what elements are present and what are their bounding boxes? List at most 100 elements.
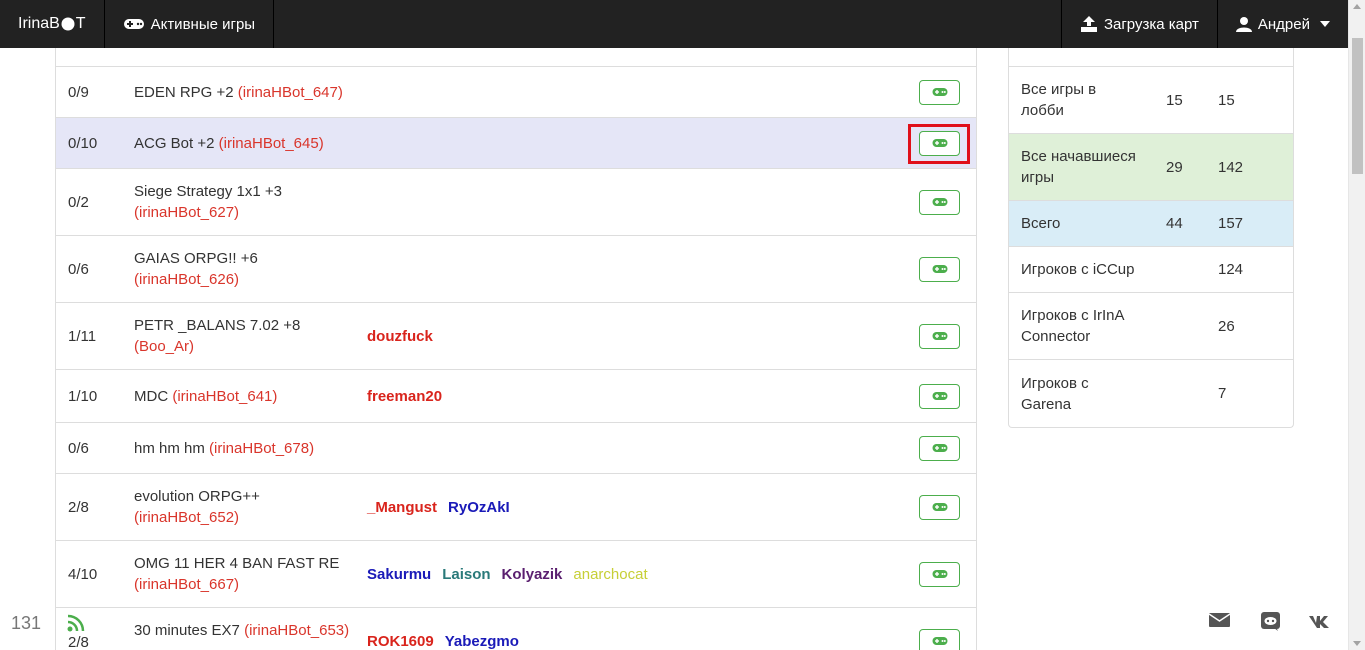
games-table: 0/9 EDEN RPG +2 (irinaHBot_647) 0/10 ACG Bo… [55, 48, 977, 650]
join-game-button[interactable] [919, 256, 960, 282]
join-game-button[interactable] [919, 561, 960, 587]
game-slots: 0/6 [68, 439, 89, 457]
stat-label: Игроков с iCCup [1021, 261, 1135, 278]
discord-icon[interactable] [1261, 612, 1280, 631]
player-name[interactable]: Laison [442, 566, 490, 583]
join-game-button[interactable] [919, 435, 960, 461]
game-title: 30 minutes EX7 [134, 622, 240, 639]
gamepad-icon [932, 265, 947, 273]
user-icon [1235, 17, 1252, 32]
stat-label: Всего [1021, 215, 1061, 232]
online-count: 131 [11, 613, 42, 633]
player-name[interactable]: Kolyazik [502, 566, 563, 583]
game-players: douzfuck [367, 328, 433, 345]
join-game-button[interactable] [919, 323, 960, 349]
game-host: (irinaHBot_641) [172, 387, 278, 405]
envelope-icon[interactable] [1209, 612, 1230, 628]
gamepad-icon [932, 392, 947, 400]
player-name[interactable]: _Mangust [367, 499, 437, 516]
game-name: 30 minutes EX7 (irinaHBot_653) [134, 620, 359, 641]
brand-logo[interactable]: IrinaB T [0, 0, 105, 48]
game-slots: 0/9 [68, 83, 89, 101]
player-name[interactable]: freeman20 [367, 388, 442, 405]
player-name[interactable]: anarchocat [573, 566, 647, 583]
game-name: PETR _BALANS 7.02 +8 (Boo_Ar) [134, 315, 359, 357]
stat-label: Игроков с IrInA Connector [1021, 307, 1124, 345]
game-name: GAIAS ORPG!! +6 (irinaHBot_626) [134, 248, 359, 290]
game-title: hm hm hm [134, 439, 205, 457]
game-slots: 0/10 [68, 134, 98, 152]
player-name[interactable]: douzfuck [367, 328, 433, 345]
stat-row: Все начавшиеся игры 29 142 [1009, 134, 1293, 201]
game-title: GAIAS ORPG!! +6 [134, 250, 258, 267]
stat-value-players: 15 [1218, 91, 1235, 109]
navbar: IrinaB T Активные игры Загрузка карт Анд… [0, 0, 1348, 48]
join-game-button[interactable] [919, 383, 960, 409]
game-host: (Boo_Ar) [134, 338, 195, 355]
join-game-button[interactable] [919, 79, 960, 105]
game-name: Siege Strategy 1x1 +3 (irinaHBot_627) [134, 181, 359, 223]
game-slots: 2/8 [68, 634, 89, 650]
player-name[interactable]: ROK1609 [367, 633, 434, 650]
gamepad-icon [123, 19, 144, 29]
game-host: (irinaHBot_647) [237, 83, 343, 101]
game-title: OMG 11 HER 4 BAN FAST RE [134, 555, 340, 572]
gamepad-icon [932, 88, 947, 96]
stats-table-body: Все игры в лобби 15 15 Все начавшиеся игры 2… [1009, 67, 1293, 427]
stat-label: Игроков с Garena [1021, 374, 1089, 413]
stat-value-games: 44 [1166, 215, 1183, 232]
join-game-button[interactable] [919, 189, 960, 215]
player-name[interactable]: Yabezgmo [445, 633, 519, 650]
game-title: evolution ORPG++ [134, 488, 260, 505]
gamepad-icon [932, 444, 947, 452]
gamepad-icon [932, 198, 947, 206]
game-slots: 0/6 [68, 260, 89, 278]
stat-row: Игроков с IrInA Connector 26 [1009, 293, 1293, 360]
game-players: Sakurmu Laison Kolyazik anarchocat [367, 566, 648, 583]
stats-table: Все игры в лобби 15 15 Все начавшиеся игры 2… [1008, 48, 1294, 428]
caret-down-icon [1320, 21, 1330, 27]
stats-table-header [1009, 48, 1293, 67]
game-slots: 1/10 [68, 387, 98, 405]
player-name[interactable]: Sakurmu [367, 566, 431, 583]
nav-upload-maps[interactable]: Загрузка карт [1060, 0, 1217, 48]
games-table-body: 0/9 EDEN RPG +2 (irinaHBot_647) 0/10 ACG Bo… [56, 67, 976, 650]
game-host: (irinaHBot_678) [209, 439, 315, 457]
game-name: OMG 11 HER 4 BAN FAST RE (irinaHBot_667) [134, 553, 359, 595]
join-game-button[interactable] [919, 628, 960, 650]
gamepad-icon [932, 503, 947, 511]
brand-o-icon [61, 17, 75, 31]
stat-value-games: 29 [1166, 158, 1183, 176]
gamepad-icon [932, 637, 947, 645]
stat-value-players: 7 [1218, 385, 1227, 402]
game-row: 4/10 OMG 11 HER 4 BAN FAST RE (irinaHBot_… [56, 541, 976, 608]
page-scrollbar[interactable] [1348, 0, 1365, 650]
rss-icon [67, 614, 85, 636]
game-name: MDC (irinaHBot_641) [134, 386, 359, 407]
stat-value-players: 124 [1218, 261, 1244, 278]
game-title: ACG Bot +2 [134, 134, 215, 152]
scrollbar-thumb[interactable] [1352, 38, 1363, 174]
nav-active-games[interactable]: Активные игры [105, 0, 275, 48]
player-name[interactable]: RyOzAkI [448, 499, 510, 516]
brand-text: IrinaB [18, 15, 60, 32]
stat-value-players: 26 [1218, 317, 1235, 335]
vk-icon[interactable] [1308, 615, 1332, 629]
game-row: 0/6 GAIAS ORPG!! +6 (irinaHBot_626) [56, 236, 976, 303]
nav-user-menu[interactable]: Андрей [1216, 0, 1348, 48]
game-players: freeman20 [367, 388, 442, 405]
stat-row: Игроков с Garena 7 [1009, 360, 1293, 427]
brand-text-suffix: T [75, 15, 86, 32]
game-row: 1/11 PETR _BALANS 7.02 +8 (Boo_Ar) douzfuc… [56, 303, 976, 370]
game-title: EDEN RPG +2 [134, 83, 234, 101]
join-game-button[interactable] [919, 494, 960, 520]
scroll-down-arrow-icon[interactable] [1353, 641, 1361, 646]
game-host: (irinaHBot_653) [244, 622, 350, 639]
game-name: ACG Bot +2 (irinaHBot_645) [134, 133, 359, 154]
stat-label: Все начавшиеся игры [1021, 148, 1136, 186]
nav-upload-maps-label: Загрузка карт [1103, 15, 1199, 33]
scroll-up-arrow-icon[interactable] [1353, 4, 1361, 9]
game-slots: 1/11 [68, 327, 97, 345]
nav-active-games-label: Активные игры [150, 15, 256, 33]
stat-row: Все игры в лобби 15 15 [1009, 67, 1293, 134]
